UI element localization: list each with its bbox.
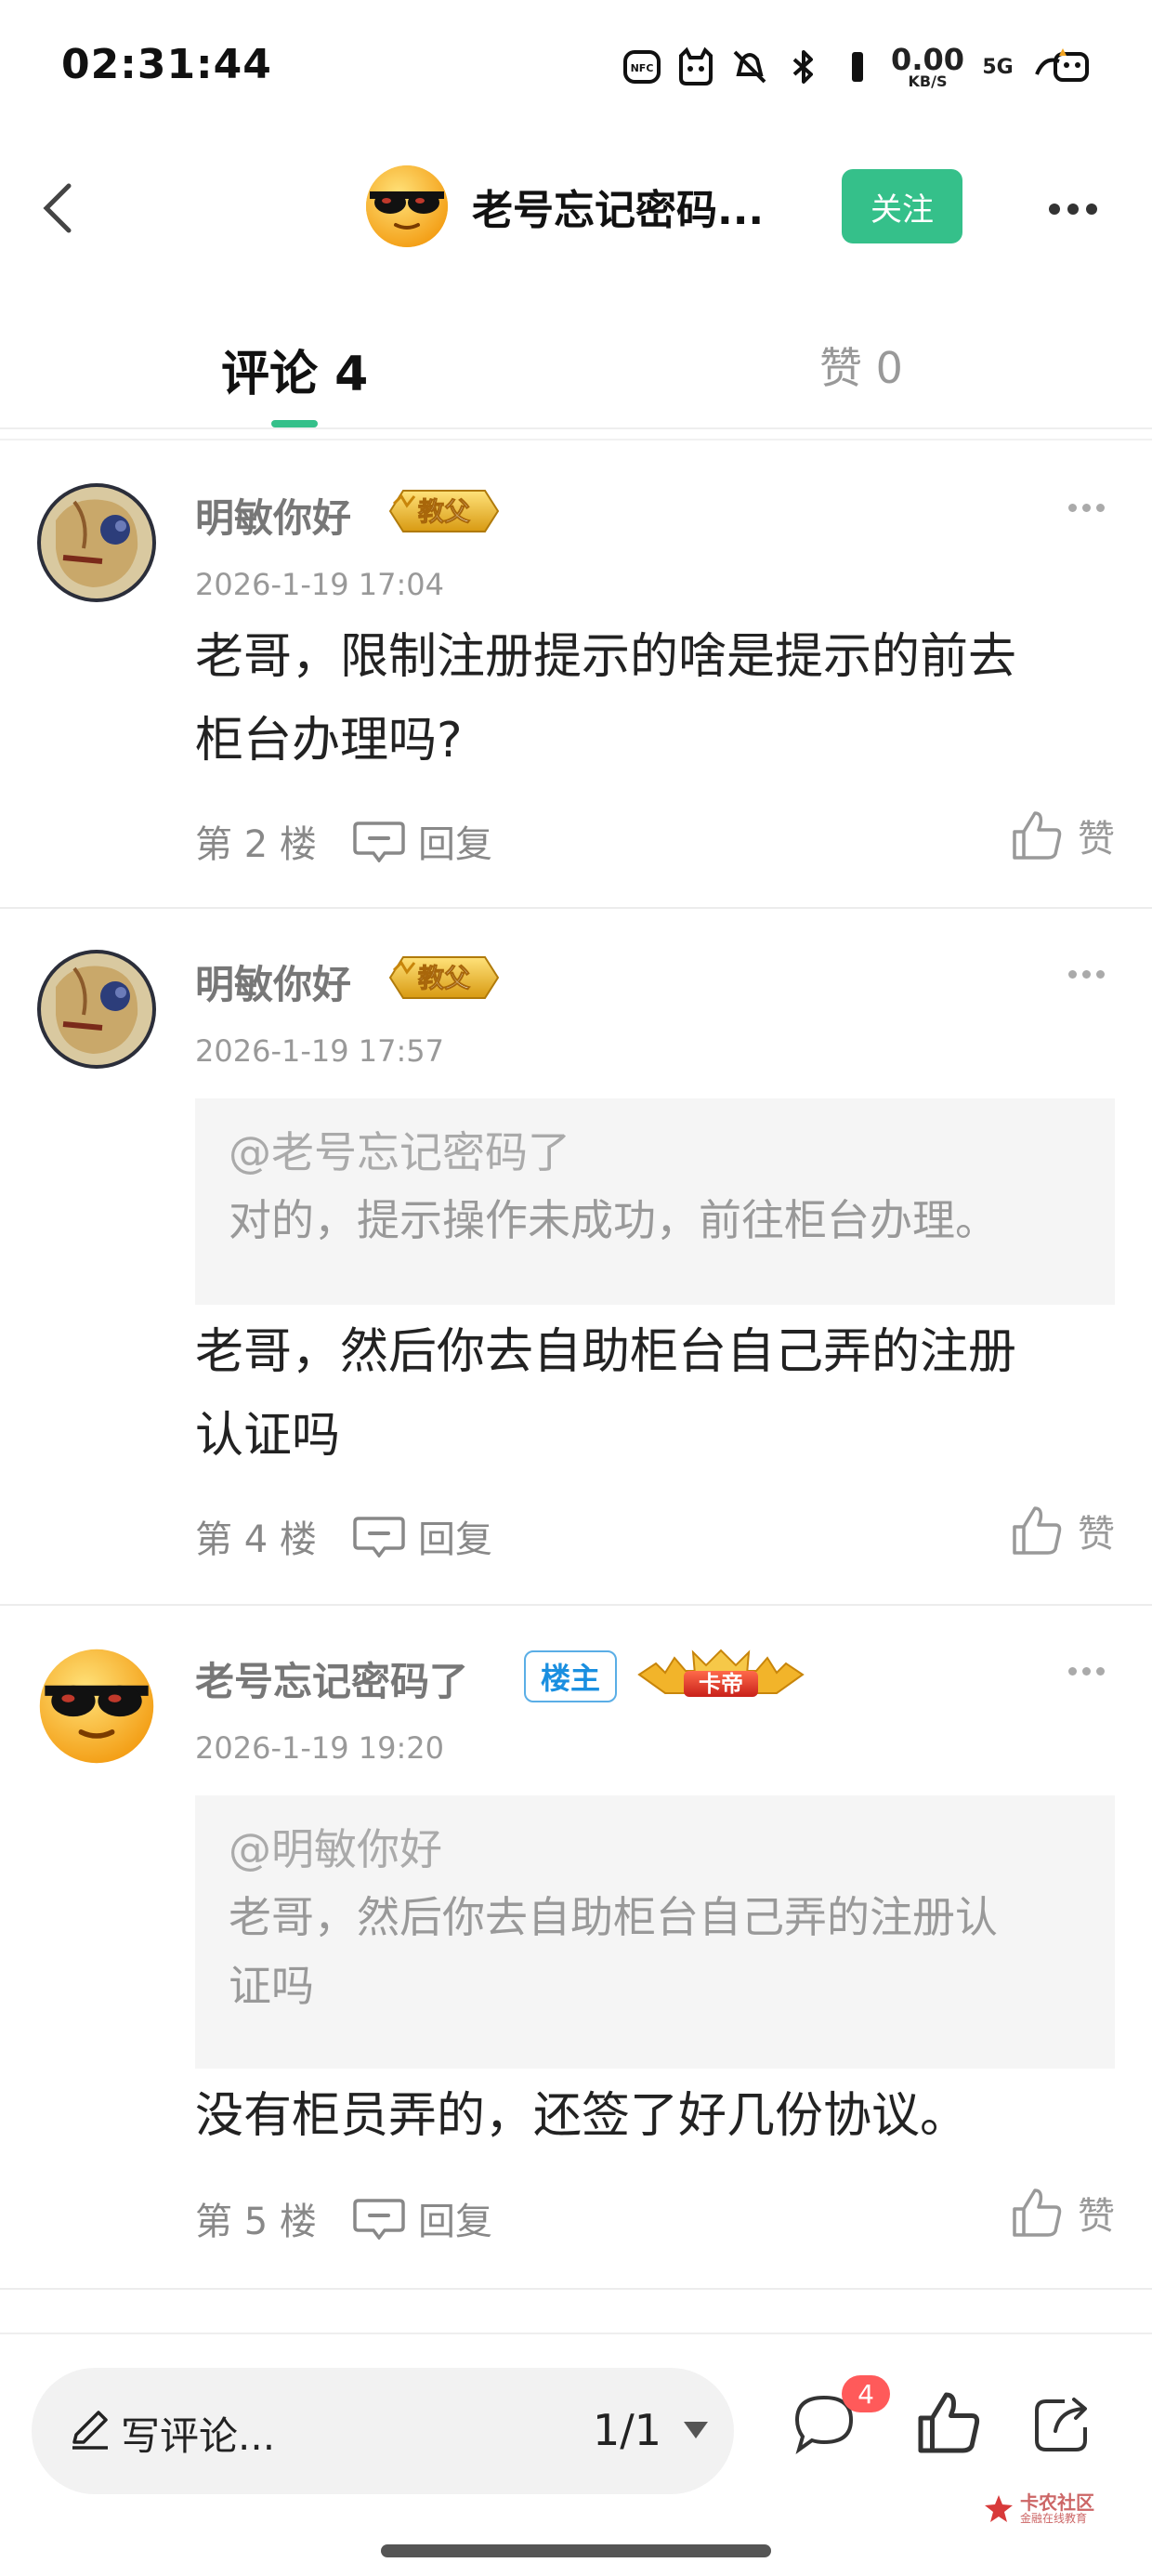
avatar[interactable] [37,950,156,1069]
quote-author: @明敏你好 [229,1824,442,1874]
battery-icon [1031,46,1091,87]
caret-down-icon[interactable] [682,2420,710,2440]
owner-badge: 楼主 [524,1650,617,1702]
like-button[interactable]: 赞 [1011,2186,1115,2240]
tab-bar: 评论 4 赞 0 [0,307,1152,427]
tab-likes[interactable]: 赞 0 [819,335,903,396]
mute-icon [729,46,770,87]
watermark: 卡农社区 金融在线教育 [983,2492,1094,2525]
comment-more-button[interactable] [1068,498,1109,517]
avatar[interactable] [37,483,156,602]
thumbs-up-icon[interactable] [916,2390,981,2455]
comment-footer: 第 5 楼 回复 赞 [195,2188,1115,2247]
comment-more-button[interactable] [1068,1662,1109,1680]
thumbs-up-icon [1013,1506,1062,1555]
username[interactable]: 明敏你好 [195,953,351,1010]
page-indicator[interactable]: 1/1 [593,2405,661,2455]
avatar[interactable] [37,1647,156,1766]
tab-comments[interactable]: 评论 4 [221,335,368,404]
comment-count-badge: 4 [842,2375,890,2412]
thumbs-up-icon [1013,811,1062,860]
status-bar: 02:31:44 NFC 0.00 KB/S 5G [0,0,1152,130]
bottom-bar: 写评论... 1/1 4 卡农社区 金融在线教育 [0,2333,1152,2576]
more-icon [1049,204,1060,215]
top-bar: 老号忘记密码... 关注 [0,149,1152,269]
chevron-left-icon [43,183,72,233]
reply-button[interactable]: 回复 [353,814,492,868]
comment-date: 2026-1-19 17:04 [195,567,444,602]
comment-content: 老哥，然后你去自助柜台自己弄的注册 认证吗 [195,1324,1017,1464]
write-comment-input[interactable]: 写评论... 1/1 [32,2368,734,2494]
comment-item: 明敏你好 教父 2026-1-19 17:57 @老号忘记密码了 对的，提示操作… [0,909,1152,1606]
divider [0,427,1152,429]
title-area[interactable]: 老号忘记密码... [364,164,764,249]
user-avatar-image [39,1649,154,1764]
rank-badge: 教父 [386,485,502,537]
follow-button[interactable]: 关注 [842,169,962,243]
comment-item: 老号忘记密码了 楼主 卡帝 2026-1-19 19:20 @明敏你好 老哥，然… [0,1606,1152,2290]
thumbs-up-icon [1013,2188,1062,2237]
reply-icon [353,1517,405,1557]
quoted-comment[interactable]: @老号忘记密码了 对的，提示操作未成功，前往柜台办理。 [195,1098,1115,1305]
like-button[interactable]: 赞 [1011,1504,1115,1557]
comment-date: 2026-1-19 17:57 [195,1033,444,1069]
username[interactable]: 老号忘记密码了 [195,1650,468,1707]
comment-divider [0,2288,1152,2290]
author-avatar [366,165,448,247]
write-comment-placeholder: 写评论... [121,2413,276,2459]
comment-content: 老哥，限制注册提示的啥是提示的前去 柜台办理吗? [195,629,1017,769]
like-button[interactable]: 赞 [1011,808,1115,862]
bluetooth-icon [783,46,824,87]
page-title: 老号忘记密码... [472,187,765,234]
back-button[interactable] [26,171,100,245]
svg-text:NFC: NFC [631,62,654,74]
home-indicator[interactable] [381,2544,771,2557]
username[interactable]: 明敏你好 [195,487,351,544]
quote-text: 对的，提示操作未成功，前往柜台办理。 [229,1195,998,1245]
quote-text: 老哥，然后你去自助柜台自己弄的注册认 证吗 [229,1892,998,2011]
brand-logo-icon [985,2494,1013,2522]
nfc-icon: NFC [622,46,662,87]
floor-number: 第 2 楼 [195,823,317,866]
cat-icon [675,46,716,87]
reply-icon [353,821,405,862]
more-options-button[interactable] [1041,186,1106,232]
vibrate-icon [837,46,878,87]
comment-content: 没有柜员弄的，还签了好几份协议。 [195,2088,969,2144]
rank-badge: 卡帝 [637,1647,805,1699]
comment-item: 明敏你好 教父 2026-1-19 17:04 老哥，限制注册提示的啥是提示的前… [0,442,1152,909]
comment-more-button[interactable] [1068,965,1109,983]
status-icons: NFC 0.00 KB/S 5G [622,41,1091,93]
user-avatar-image [37,483,156,602]
svg-text:教父: 教父 [418,963,471,993]
net-speed: 0.00 KB/S [891,42,964,90]
quote-author: @老号忘记密码了 [229,1127,570,1177]
user-avatar-image [37,950,156,1069]
share-icon[interactable] [1028,2390,1096,2459]
reply-icon [353,2199,405,2240]
signal-icon: 5G [982,55,1014,79]
comment-footer: 第 4 楼 回复 赞 [195,1506,1115,1565]
tab-active-indicator [271,420,318,427]
comment-footer: 第 2 楼 回复 赞 [195,811,1115,870]
reply-button[interactable]: 回复 [353,2191,492,2245]
pencil-icon [72,2411,108,2450]
divider [0,439,1152,440]
comment-date: 2026-1-19 19:20 [195,1730,444,1766]
floor-number: 第 4 楼 [195,1518,317,1561]
reply-button[interactable]: 回复 [353,1509,492,1563]
svg-text:卡帝: 卡帝 [699,1671,743,1697]
floor-number: 第 5 楼 [195,2201,317,2243]
rank-badge: 教父 [386,952,502,1004]
quoted-comment[interactable]: @明敏你好 老哥，然后你去自助柜台自己弄的注册认 证吗 [195,1795,1115,2069]
status-time: 02:31:44 [61,41,272,88]
svg-text:教父: 教父 [418,496,471,527]
